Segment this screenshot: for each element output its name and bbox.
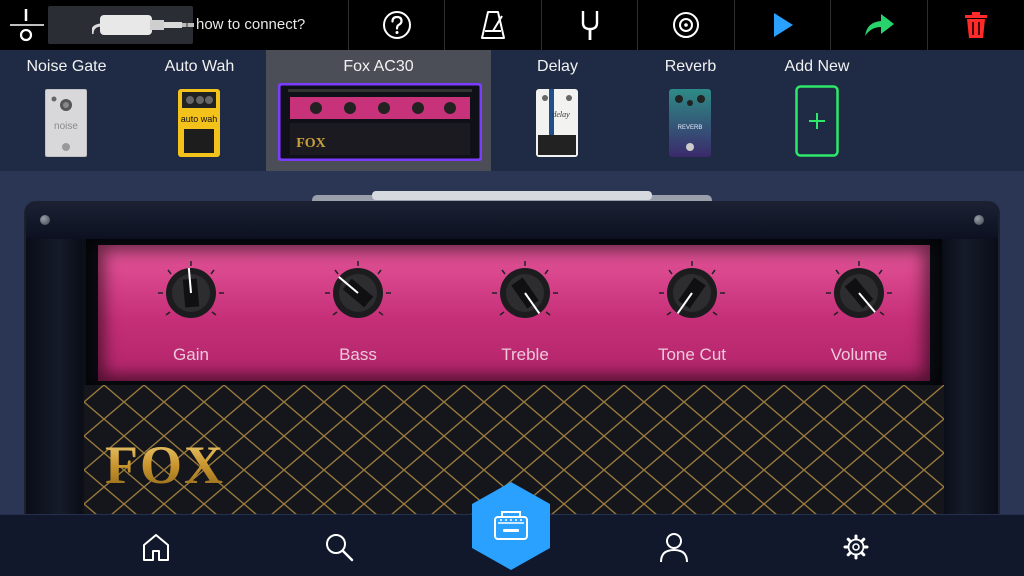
knob-gain[interactable]: Gain [141,259,241,374]
chain-slot-add-new[interactable]: Add New [757,50,877,171]
tuner-button[interactable] [541,0,637,50]
volume-knob-dial[interactable] [824,259,894,339]
share-button[interactable] [830,0,926,50]
knob-label: Treble [501,345,549,364]
knob-bass[interactable]: Bass [308,259,408,374]
fox-brand-logo: FOX [88,435,242,495]
fox-ac30-amp-thumbnail: FOX [278,83,482,161]
svg-text:FOX: FOX [296,136,326,151]
svg-text:FOX: FOX [105,435,225,495]
nav-profile[interactable] [656,529,692,565]
slot-label: Fox AC30 [343,58,414,75]
amp-view: Gain Bass Treble Tone Cut Volume FOX [0,171,1024,514]
nav-amp-button[interactable] [472,482,550,570]
slot-label: Add New [784,58,850,75]
add-effect-button[interactable] [795,85,839,157]
svg-text:delay: delay [552,110,570,119]
knob-label: Volume [830,345,888,364]
svg-text:REVERB: REVERB [678,125,703,131]
control-panel: Gain Bass Treble Tone Cut Volume [98,245,930,381]
share-arrow-icon [864,14,894,36]
cabinet-side-left [26,239,82,514]
screw [40,215,50,225]
record-button[interactable] [637,0,733,50]
search-icon [326,534,354,562]
cable-plug-icon [90,12,202,38]
cabinet-top [26,203,998,239]
svg-text:noise: noise [54,121,78,132]
cabinet-side-right [942,239,998,514]
noise-gate-pedal-thumbnail: noise [45,89,87,157]
trash-icon [964,12,987,38]
chain-slot-delay[interactable]: Delay delay [491,50,624,171]
bass-knob-dial[interactable] [323,259,393,339]
how-to-connect-link[interactable]: how to connect? [196,16,305,33]
knob-tone-cut[interactable]: Tone Cut [642,259,742,374]
chain-slot-reverb[interactable]: Reverb REVERB [624,50,757,171]
power-switch-icon[interactable] [10,6,44,44]
slot-label: Auto Wah [164,58,235,75]
gear-icon [843,534,869,560]
effects-chain: Noise Gate noise Auto Wah auto wah Fox A… [0,50,1024,171]
gain-knob-dial[interactable] [156,259,226,339]
chain-slot-noise-gate[interactable]: Noise Gate noise [0,50,133,171]
slot-label: Reverb [664,58,717,75]
record-disc-icon [672,12,699,38]
play-button[interactable] [734,0,830,50]
knob-label: Tone Cut [657,345,727,364]
knob-volume[interactable]: Volume [809,259,909,374]
top-toolbar: how to connect? [0,0,1024,50]
tuning-fork-icon [581,11,598,40]
chain-slot-auto-wah[interactable]: Auto Wah auto wah [133,50,266,171]
delay-pedal-thumbnail: delay [536,89,578,157]
slot-label: Delay [537,58,578,75]
slot-label: Noise Gate [26,58,107,75]
nav-settings[interactable] [838,529,874,565]
tone-cut-knob-dial[interactable] [657,259,727,339]
treble-knob-dial[interactable] [490,259,560,339]
metronome-icon [480,11,505,39]
metronome-button[interactable] [444,0,540,50]
home-icon [143,534,169,561]
screw [974,215,984,225]
auto-wah-pedal-thumbnail: auto wah [178,89,220,157]
nav-home[interactable] [138,529,174,565]
play-icon [773,13,793,37]
help-button[interactable] [348,0,444,50]
chain-slot-fox-ac30[interactable]: Fox AC30 FOX [266,50,491,171]
knob-treble[interactable]: Treble [475,259,575,374]
question-mark-icon [382,11,411,39]
profile-icon [660,533,688,563]
delete-button[interactable] [927,0,1023,50]
svg-text:auto wah: auto wah [181,114,218,124]
knob-label: Bass [339,345,377,364]
reverb-pedal-thumbnail: REVERB [669,89,711,157]
knob-label: Gain [173,345,209,364]
nav-search[interactable] [321,529,357,565]
